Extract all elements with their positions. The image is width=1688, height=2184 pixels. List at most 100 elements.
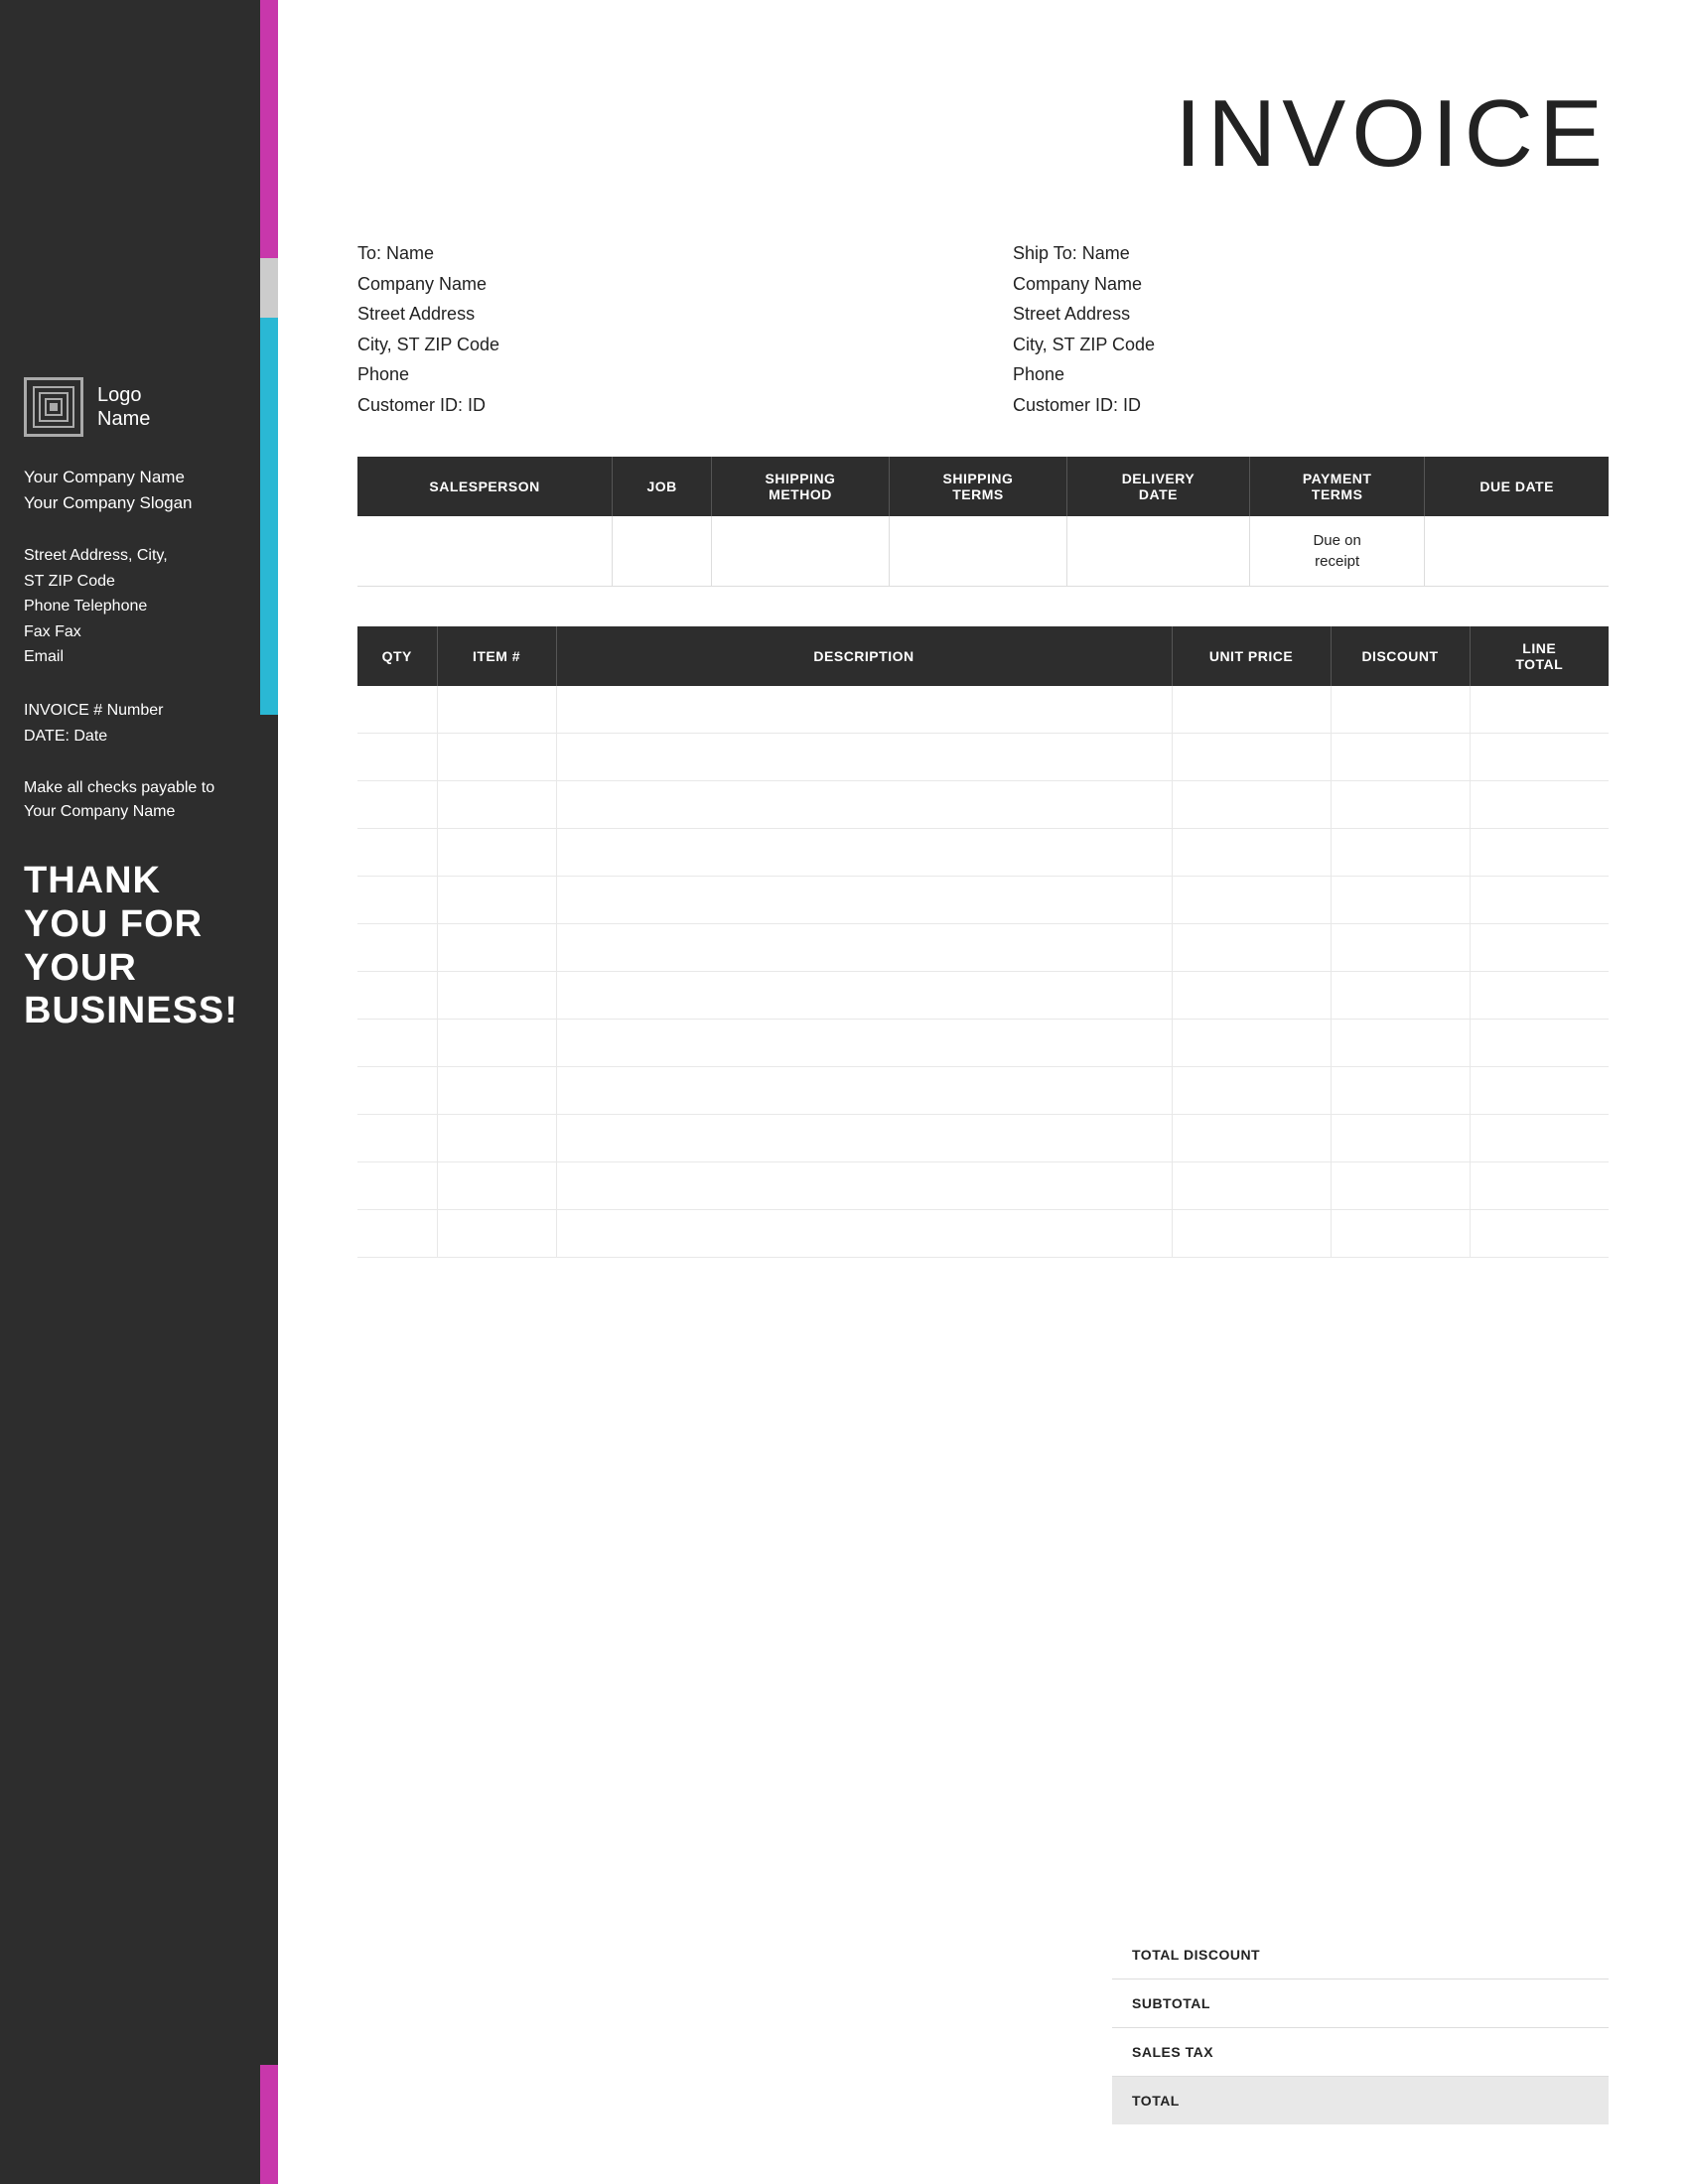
table-cell <box>1470 781 1609 829</box>
table-cell <box>1331 877 1470 924</box>
table-row <box>357 924 1609 972</box>
accent-lower <box>260 318 278 715</box>
date: DATE: Date <box>24 724 238 750</box>
info-salesperson <box>357 516 613 587</box>
table-cell <box>1331 734 1470 781</box>
table-cell <box>357 972 437 1020</box>
table-cell <box>1470 924 1609 972</box>
table-cell <box>1470 972 1609 1020</box>
col-line-total: LINETOTAL <box>1470 626 1609 686</box>
table-cell <box>1331 1162 1470 1210</box>
table-cell <box>1470 1067 1609 1115</box>
bill-to-block: To: Name Company Name Street Address Cit… <box>357 238 953 421</box>
sidebar: LogoName Your Company Name Your Company … <box>0 0 278 2184</box>
table-cell <box>357 829 437 877</box>
checks-payable: Make all checks payable to Your Company … <box>24 776 238 824</box>
col-shipping-method: SHIPPINGMETHOD <box>712 457 890 516</box>
ship-to-customer-id: Customer ID: ID <box>1013 390 1609 421</box>
info-due-date <box>1425 516 1609 587</box>
table-row <box>357 1210 1609 1258</box>
col-description: DESCRIPTION <box>556 626 1172 686</box>
table-cell <box>437 1162 556 1210</box>
table-cell <box>556 1020 1172 1067</box>
col-shipping-terms: SHIPPINGTERMS <box>889 457 1066 516</box>
info-shipping-terms <box>889 516 1066 587</box>
invoice-title: INVOICE <box>357 79 1609 189</box>
col-payment-terms: PAYMENTTERMS <box>1249 457 1424 516</box>
table-row <box>357 686 1609 734</box>
col-job: JOB <box>613 457 712 516</box>
table-cell <box>556 924 1172 972</box>
table-cell <box>357 1210 437 1258</box>
company-name: Your Company Name <box>24 465 238 490</box>
bill-to-name: To: Name <box>357 238 953 269</box>
table-row <box>357 781 1609 829</box>
address-line2: ST ZIP Code <box>24 569 238 595</box>
bill-to-phone: Phone <box>357 359 953 390</box>
table-cell <box>437 924 556 972</box>
ship-to-city: City, ST ZIP Code <box>1013 330 1609 360</box>
table-cell <box>437 1115 556 1162</box>
table-cell <box>437 686 556 734</box>
table-cell <box>1172 686 1331 734</box>
sidebar-content: LogoName Your Company Name Your Company … <box>0 357 278 1053</box>
invoice-meta: INVOICE # Number DATE: Date <box>24 698 238 749</box>
ship-to-street: Street Address <box>1013 299 1609 330</box>
sales-tax-label: SALES TAX <box>1132 2044 1213 2060</box>
subtotal-row: SUBTOTAL <box>1112 1979 1609 2028</box>
table-cell <box>1470 877 1609 924</box>
bill-to-customer-id: Customer ID: ID <box>357 390 953 421</box>
table-row <box>357 972 1609 1020</box>
info-shipping-method <box>712 516 890 587</box>
table-cell <box>357 924 437 972</box>
total-row: TOTAL <box>1112 2077 1609 2124</box>
table-cell <box>1331 781 1470 829</box>
address-row: To: Name Company Name Street Address Cit… <box>357 238 1609 421</box>
table-cell <box>1172 1020 1331 1067</box>
table-cell <box>1172 1115 1331 1162</box>
table-cell <box>1172 924 1331 972</box>
table-row <box>357 1067 1609 1115</box>
table-cell <box>556 972 1172 1020</box>
table-cell <box>357 686 437 734</box>
company-slogan: Your Company Slogan <box>24 490 238 516</box>
address-line1: Street Address, City, <box>24 543 238 569</box>
table-cell <box>1331 1020 1470 1067</box>
items-tbody <box>357 686 1609 1258</box>
table-cell <box>437 972 556 1020</box>
logo-area: LogoName <box>24 377 238 437</box>
table-cell <box>437 781 556 829</box>
table-cell <box>437 877 556 924</box>
table-cell <box>1172 734 1331 781</box>
logo-icon <box>24 377 83 437</box>
table-cell <box>556 781 1172 829</box>
table-cell <box>1470 1020 1609 1067</box>
table-cell <box>1470 1115 1609 1162</box>
thank-you-message: THANK YOU FOR YOUR BUSINESS! <box>24 860 238 1033</box>
table-cell <box>357 781 437 829</box>
subtotal-label: SUBTOTAL <box>1132 1995 1210 2011</box>
fax: Fax Fax <box>24 619 238 645</box>
table-cell <box>1172 877 1331 924</box>
table-cell <box>1331 686 1470 734</box>
table-cell <box>556 1210 1172 1258</box>
ship-to-phone: Phone <box>1013 359 1609 390</box>
address-info: Street Address, City, ST ZIP Code Phone … <box>24 543 238 670</box>
info-payment-terms: Due onreceipt <box>1249 516 1424 587</box>
logo-svg <box>32 385 75 429</box>
table-cell <box>556 1162 1172 1210</box>
table-cell <box>1331 972 1470 1020</box>
table-cell <box>1172 1210 1331 1258</box>
total-discount-label: TOTAL DISCOUNT <box>1132 1947 1260 1963</box>
table-row <box>357 1020 1609 1067</box>
table-cell <box>357 734 437 781</box>
table-row <box>357 829 1609 877</box>
table-cell <box>556 1067 1172 1115</box>
bill-to-company: Company Name <box>357 269 953 300</box>
table-cell <box>1470 829 1609 877</box>
table-cell <box>556 1115 1172 1162</box>
table-cell <box>1172 1162 1331 1210</box>
company-info: Your Company Name Your Company Slogan <box>24 465 238 515</box>
table-cell <box>357 1162 437 1210</box>
col-qty: QTY <box>357 626 437 686</box>
